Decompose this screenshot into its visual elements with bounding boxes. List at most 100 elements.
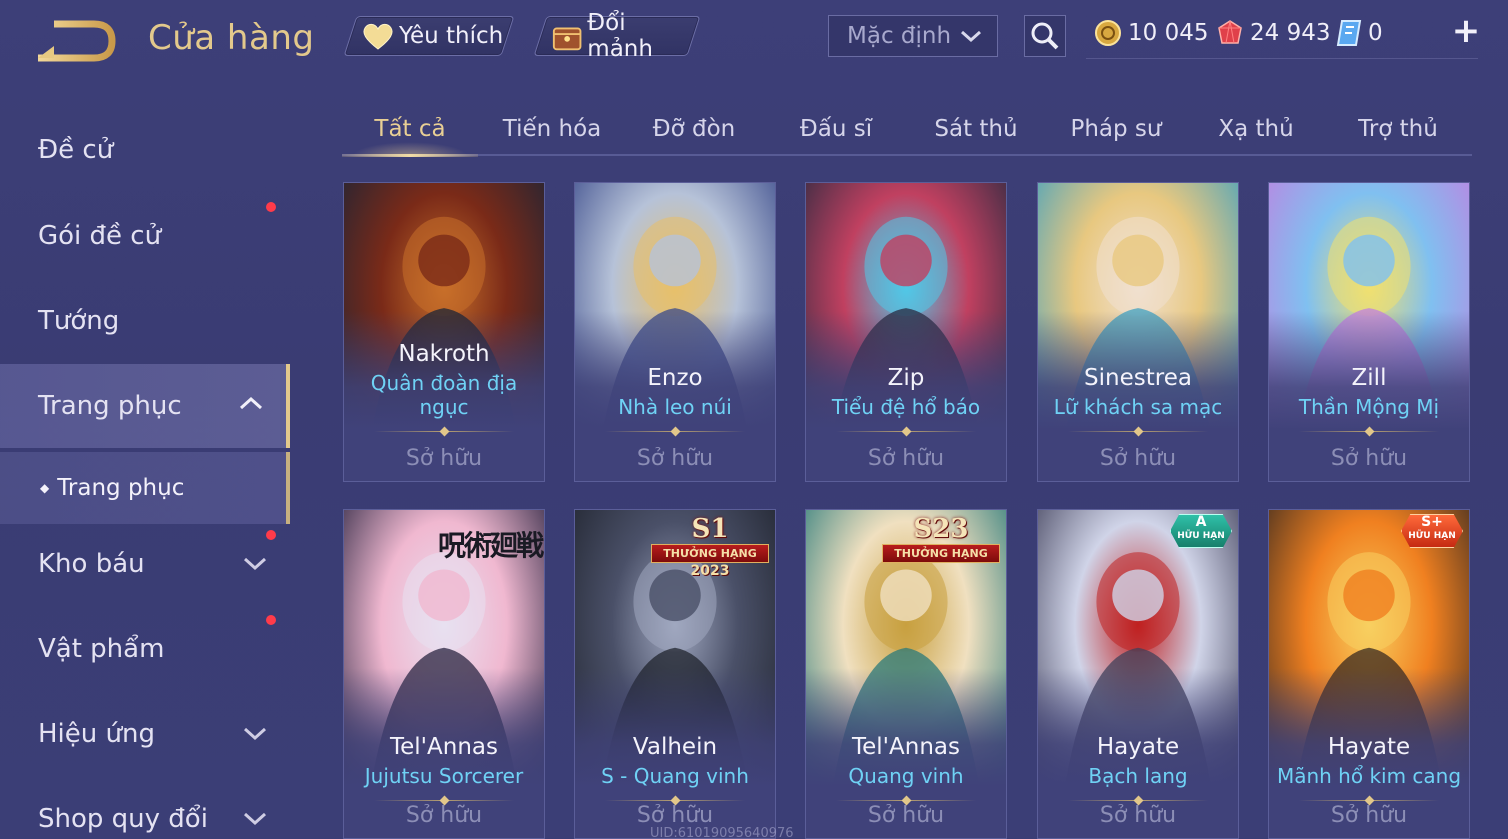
sidebar-item-label: Shop quy đổi bbox=[38, 804, 208, 834]
sidebar-item-label: Tướng bbox=[38, 306, 120, 336]
voucher-balance: 0 bbox=[1336, 16, 1383, 50]
tier-badge: S+ HỮU HẠN bbox=[1401, 514, 1463, 548]
badge-year: 2023 bbox=[690, 563, 730, 579]
badge-season: S23 bbox=[913, 514, 969, 544]
sort-dropdown[interactable]: Mặc định bbox=[828, 15, 998, 57]
tab-evolution[interactable]: Tiến hóa bbox=[484, 104, 620, 154]
tab-support[interactable]: Trợ thủ bbox=[1330, 104, 1466, 154]
season-reward-badge: S23 THƯỞNG HẠNG bbox=[882, 514, 1000, 578]
category-tabs: Tất cả Tiến hóa Đỡ đòn Đấu sĩ Sát thủ Ph… bbox=[342, 104, 1472, 157]
skin-card[interactable]: Nakroth Quân đoàn địa ngục Sở hữu bbox=[343, 182, 545, 482]
badge-season: S1 bbox=[691, 514, 729, 544]
notification-dot bbox=[266, 530, 276, 540]
notification-dot bbox=[266, 615, 276, 625]
hero-name: Sinestrea bbox=[1084, 365, 1192, 391]
search-button[interactable] bbox=[1024, 15, 1066, 57]
top-bar: Cửa hàng Yêu thích Đổi mảnh Mặc định 10 … bbox=[0, 0, 1508, 80]
ruby-balance: 24 943 bbox=[1216, 16, 1330, 50]
sidebar-item-label: Đề cử bbox=[38, 135, 114, 165]
diamond-bullet-icon: ◆ bbox=[40, 481, 50, 495]
exchange-shards-button[interactable]: Đổi mảnh bbox=[533, 10, 701, 62]
tab-mage[interactable]: Pháp sư bbox=[1048, 104, 1184, 154]
gold-value: 10 045 bbox=[1128, 20, 1209, 46]
chevron-up-icon bbox=[239, 396, 263, 410]
ruby-gem-icon bbox=[1218, 20, 1242, 44]
badge-limited: HỮU HẠN bbox=[1408, 531, 1456, 541]
skin-card[interactable]: Tel'Annas Quang vinh Sở hữu S23 THƯỞNG H… bbox=[805, 509, 1007, 839]
owned-status: Sở hữu bbox=[1099, 446, 1177, 471]
sidebar-item-effects[interactable]: Hiệu ứng bbox=[0, 694, 290, 774]
owned-status: Sở hữu bbox=[1330, 446, 1408, 471]
season-reward-badge: S1 THƯỞNG HẠNG 2023 bbox=[651, 514, 769, 579]
sidebar-item-label: Trang phục bbox=[38, 391, 182, 421]
owned-status: Sở hữu bbox=[636, 803, 714, 828]
sidebar-subitem-skins[interactable]: ◆ Trang phục bbox=[0, 452, 290, 524]
owned-status: Sở hữu bbox=[636, 446, 714, 471]
skin-card[interactable]: Tel'Annas Jujutsu Sorcerer Sở hữu 呪術廻戦 bbox=[343, 509, 545, 839]
badge-tier: S+ bbox=[1421, 514, 1443, 530]
hero-name: Hayate bbox=[1096, 734, 1180, 760]
back-arrow-icon[interactable] bbox=[36, 18, 118, 64]
badge-limited: HỮU HẠN bbox=[1177, 531, 1225, 541]
skin-name: Mãnh hổ kim cang bbox=[1276, 764, 1462, 788]
tab-marksman[interactable]: Xạ thủ bbox=[1188, 104, 1324, 154]
favorites-button[interactable]: Yêu thích bbox=[343, 16, 515, 56]
skin-card[interactable]: Hayate Mãnh hổ kim cang Sở hữu S+ HỮU HẠ… bbox=[1268, 509, 1470, 839]
tab-assassin[interactable]: Sát thủ bbox=[908, 104, 1044, 154]
uid-watermark: UID:61019095640976 bbox=[650, 826, 794, 839]
sidebar-item-recommended[interactable]: Đề cử bbox=[0, 110, 290, 190]
sidebar-item-treasure[interactable]: Kho báu bbox=[0, 524, 290, 604]
voucher-value: 0 bbox=[1368, 20, 1383, 46]
exchange-label: Đổi mảnh bbox=[587, 10, 653, 62]
sidebar-item-label: Gói đề cử bbox=[38, 221, 162, 251]
add-currency-button[interactable]: + bbox=[1450, 14, 1482, 48]
hero-name: Zip bbox=[887, 365, 925, 391]
skin-name: Quang vinh bbox=[848, 764, 964, 788]
sidebar-item-label: Hiệu ứng bbox=[38, 719, 155, 749]
skin-card[interactable]: Hayate Bạch lang Sở hữu A HỮU HẠN bbox=[1037, 509, 1239, 839]
chest-icon bbox=[552, 27, 582, 51]
skin-card[interactable]: Zip Tiểu đệ hổ báo Sở hữu bbox=[805, 182, 1007, 482]
skin-name: Thần Mộng Mị bbox=[1298, 395, 1440, 419]
hero-name: Tel'Annas bbox=[852, 734, 960, 760]
sidebar-item-exchange-shop[interactable]: Shop quy đổi bbox=[0, 779, 290, 839]
tab-fighter[interactable]: Đấu sĩ bbox=[768, 104, 904, 154]
owned-status: Sở hữu bbox=[405, 446, 483, 471]
skin-name: Jujutsu Sorcerer bbox=[364, 764, 524, 788]
hero-name: Tel'Annas bbox=[390, 734, 498, 760]
hero-name: Valhein bbox=[632, 734, 718, 760]
gold-coin-icon bbox=[1095, 20, 1121, 46]
badge-ribbon: THƯỞNG HẠNG bbox=[651, 544, 769, 563]
sidebar-item-label: Vật phẩm bbox=[38, 634, 165, 664]
heart-icon bbox=[363, 23, 393, 50]
sidebar-item-skins[interactable]: Trang phục bbox=[0, 364, 290, 448]
page-title: Cửa hàng bbox=[148, 18, 315, 58]
hero-name: Hayate bbox=[1327, 734, 1411, 760]
favorites-label: Yêu thích bbox=[399, 23, 504, 49]
sidebar: Đề cử Gói đề cử Tướng Trang phục ◆ Trang… bbox=[0, 96, 290, 839]
owned-status: Sở hữu bbox=[405, 803, 483, 828]
currency-divider bbox=[1086, 58, 1478, 59]
owned-status: Sở hữu bbox=[1330, 803, 1408, 828]
tab-tank[interactable]: Đỡ đòn bbox=[626, 104, 762, 154]
sidebar-item-bundles[interactable]: Gói đề cử bbox=[0, 196, 290, 276]
badge-ribbon: THƯỞNG HẠNG bbox=[882, 544, 1000, 563]
skin-card[interactable]: Sinestrea Lữ khách sa mạc Sở hữu bbox=[1037, 182, 1239, 482]
voucher-icon bbox=[1336, 20, 1362, 46]
skin-card[interactable]: Enzo Nhà leo núi Sở hữu bbox=[574, 182, 776, 482]
badge-tier: A bbox=[1195, 514, 1207, 530]
search-icon bbox=[1031, 22, 1059, 50]
tier-badge: A HỮU HẠN bbox=[1170, 514, 1232, 548]
owned-status: Sở hữu bbox=[867, 446, 945, 471]
chevron-down-icon bbox=[243, 727, 267, 741]
tab-all[interactable]: Tất cả bbox=[342, 104, 478, 157]
ruby-value: 24 943 bbox=[1250, 20, 1331, 46]
sidebar-item-heroes[interactable]: Tướng bbox=[0, 281, 290, 361]
skin-name: S - Quang vinh bbox=[601, 764, 749, 788]
skin-name: Bạch lang bbox=[1088, 764, 1188, 788]
skin-card[interactable]: Zill Thần Mộng Mị Sở hữu bbox=[1268, 182, 1470, 482]
skin-card[interactable]: Valhein S - Quang vinh Sở hữu S1 THƯỞNG … bbox=[574, 509, 776, 839]
sidebar-item-items[interactable]: Vật phẩm bbox=[0, 609, 290, 689]
skin-name: Nhà leo núi bbox=[618, 395, 732, 419]
chevron-down-icon bbox=[961, 30, 981, 43]
